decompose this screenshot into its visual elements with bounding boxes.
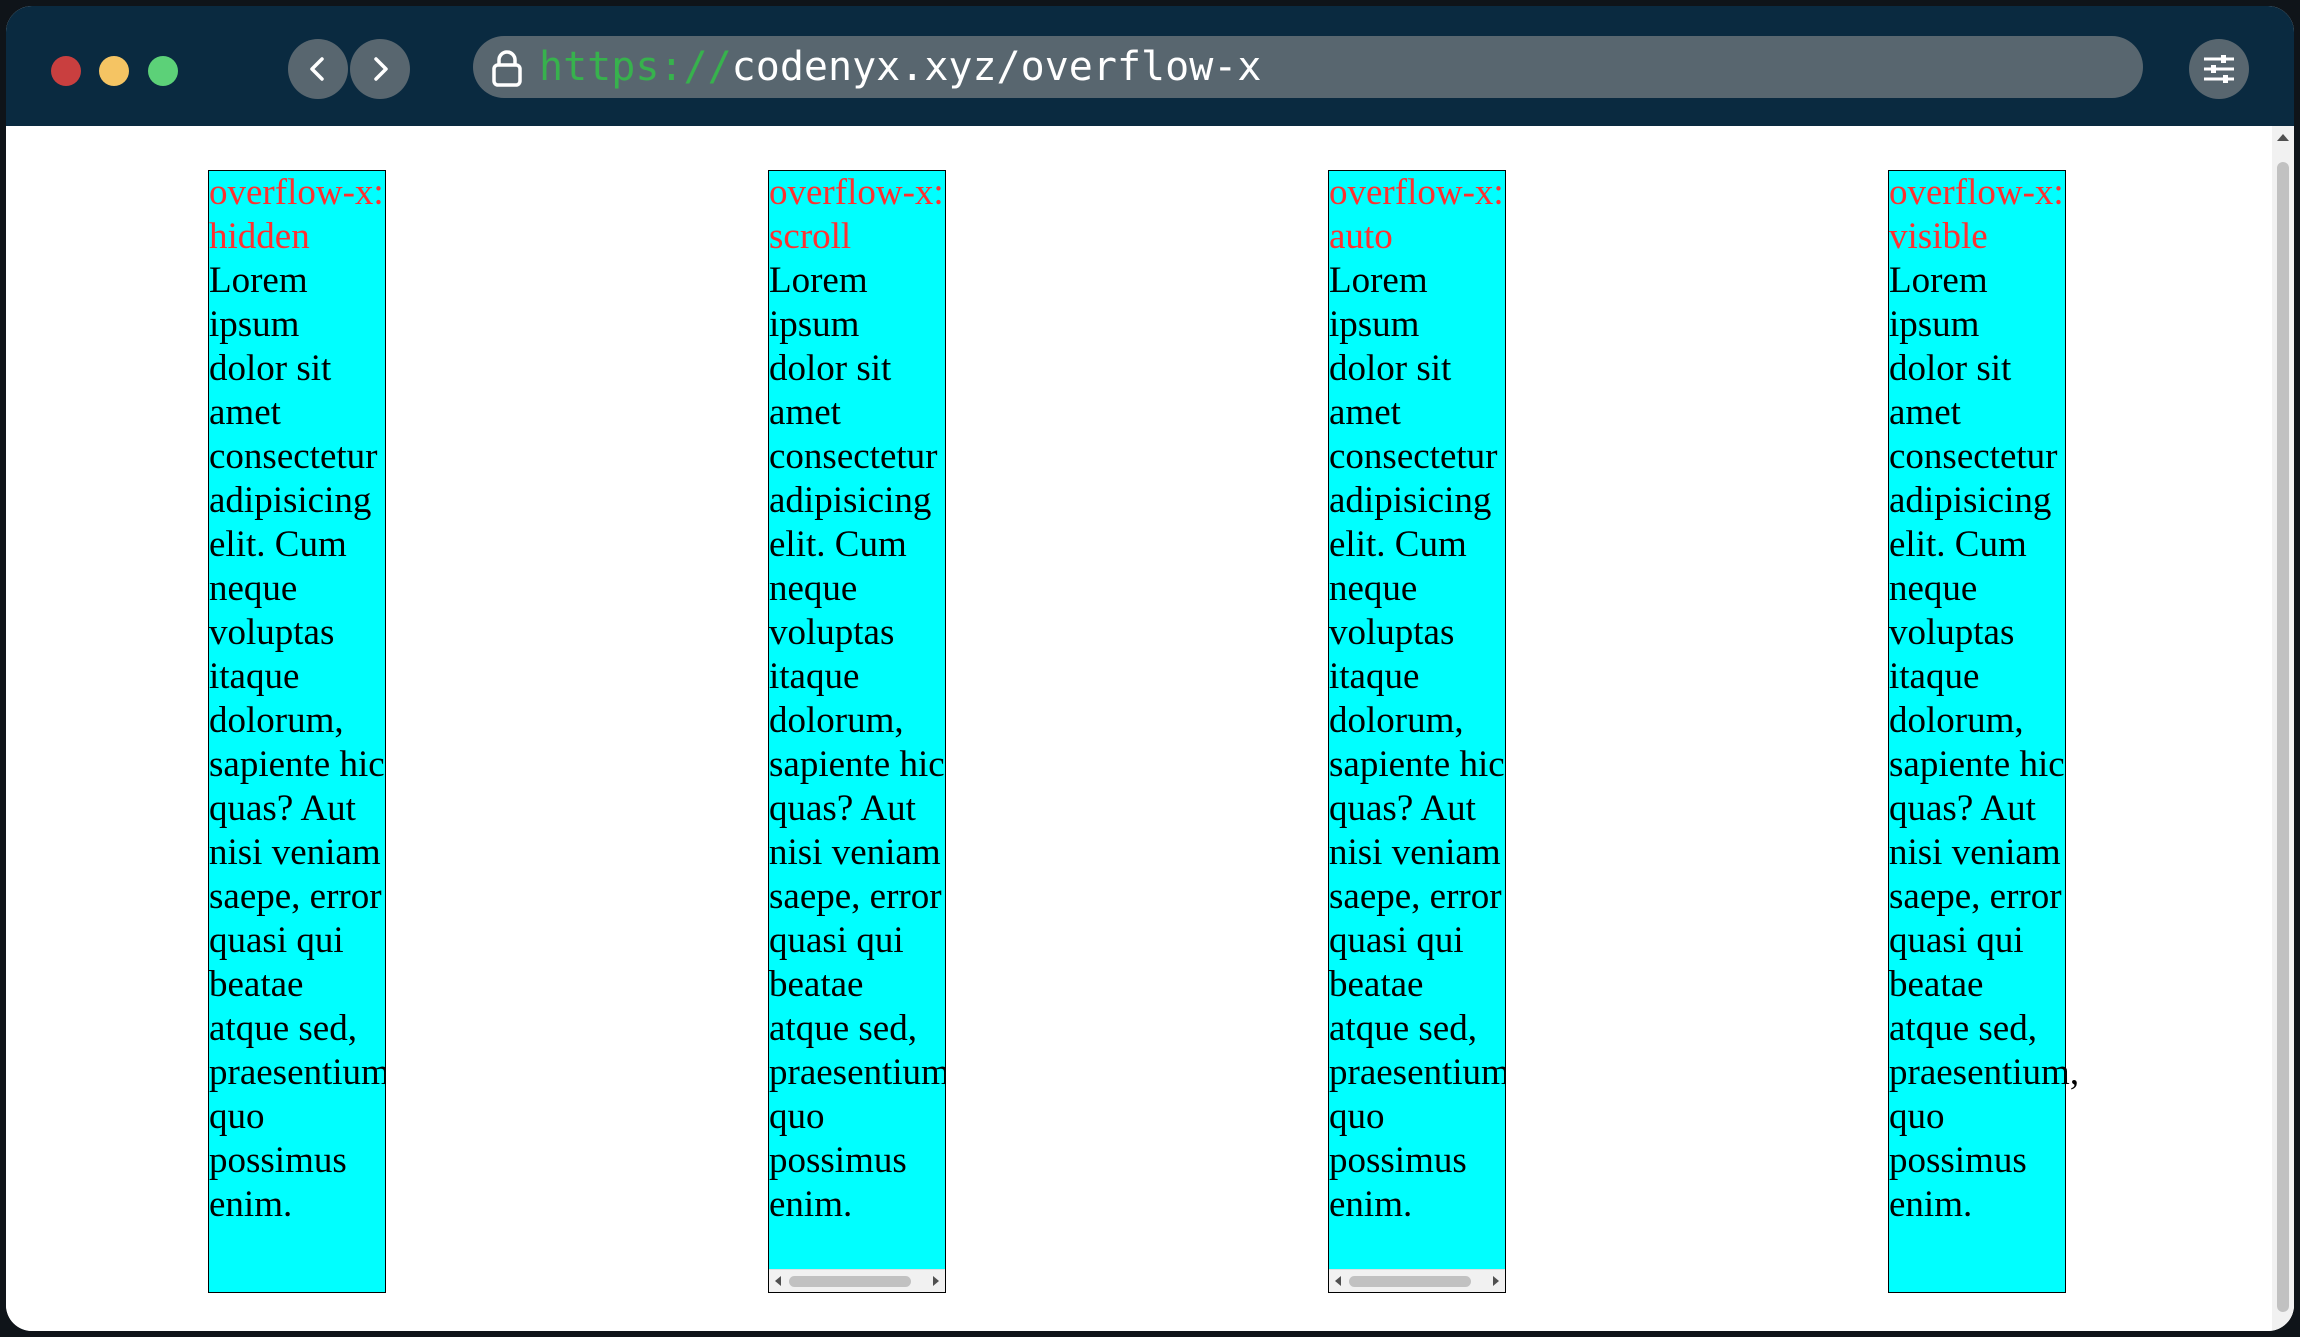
scroll-left-icon[interactable] xyxy=(1335,1276,1341,1286)
url-text: https://codenyx.xyz/overflow-x xyxy=(539,36,1261,98)
scroll-up-icon[interactable] xyxy=(2277,134,2289,141)
box-body-text: Lorem ipsum dolor sit amet consectetur a… xyxy=(1889,260,2080,1225)
sliders-icon xyxy=(2204,55,2234,83)
minimize-window-button[interactable] xyxy=(99,56,129,86)
url-scheme: https:// xyxy=(539,44,732,90)
url-host: codenyx.xyz/overflow-x xyxy=(731,44,1262,90)
scroll-left-icon[interactable] xyxy=(775,1276,781,1286)
scrollbar-thumb[interactable] xyxy=(789,1276,911,1287)
scrollbar-thumb[interactable] xyxy=(1349,1276,1471,1287)
horizontal-scrollbar[interactable] xyxy=(1329,1269,1505,1292)
overflow-scroll-box[interactable]: overflow-x: scroll Lorem ipsum dolor sit… xyxy=(768,170,946,1293)
close-window-button[interactable] xyxy=(51,56,81,86)
scroll-right-icon[interactable] xyxy=(933,1276,939,1286)
box-body-text: Lorem ipsum dolor sit amet consectetur a… xyxy=(209,260,385,1225)
back-button[interactable] xyxy=(288,39,348,99)
horizontal-scrollbar[interactable] xyxy=(769,1269,945,1292)
browser-window: https://codenyx.xyz/overflow-x overflow-… xyxy=(6,6,2294,1331)
browser-titlebar: https://codenyx.xyz/overflow-x xyxy=(6,6,2294,126)
box-heading: overflow-x: hidden xyxy=(209,172,384,257)
lock-icon xyxy=(492,50,522,87)
overflow-visible-box: overflow-x: visible Lorem ipsum dolor si… xyxy=(1888,170,2080,1293)
chevron-left-icon xyxy=(310,57,324,81)
box-heading: overflow-x: visible xyxy=(1889,172,2064,257)
overflow-auto-box[interactable]: overflow-x: auto Lorem ipsum dolor sit a… xyxy=(1328,170,1506,1293)
page-scrollbar-thumb[interactable] xyxy=(2277,162,2289,1312)
forward-button[interactable] xyxy=(350,39,410,99)
page-viewport: overflow-x: hidden Lorem ipsum dolor sit… xyxy=(6,126,2294,1331)
chevron-right-icon xyxy=(374,57,388,81)
box-body-text: Lorem ipsum dolor sit amet consectetur a… xyxy=(769,260,945,1225)
settings-button[interactable] xyxy=(2189,39,2249,99)
page-vertical-scrollbar[interactable] xyxy=(2272,126,2294,1331)
address-bar[interactable]: https://codenyx.xyz/overflow-x xyxy=(473,36,2143,98)
scroll-right-icon[interactable] xyxy=(1493,1276,1499,1286)
overflow-hidden-box: overflow-x: hidden Lorem ipsum dolor sit… xyxy=(208,170,386,1293)
box-body-text: Lorem ipsum dolor sit amet consectetur a… xyxy=(1329,260,1505,1225)
box-heading: overflow-x: auto xyxy=(1329,172,1504,257)
box-heading: overflow-x: scroll xyxy=(769,172,944,257)
maximize-window-button[interactable] xyxy=(148,56,178,86)
